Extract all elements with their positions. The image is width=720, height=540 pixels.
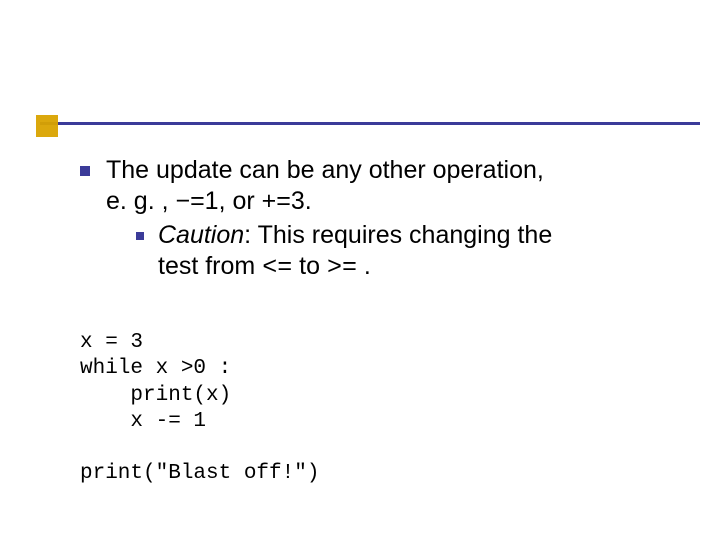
bullet-text: The update can be any other operation, e… xyxy=(106,155,544,218)
header-divider xyxy=(40,122,700,125)
code-line: x = 3 xyxy=(80,331,143,354)
slide: The update can be any other operation, e… xyxy=(0,0,720,540)
code-line: print(x) xyxy=(80,384,231,407)
op-le: <= xyxy=(262,253,292,282)
sub-bullet-text: Caution: This requires changing the test… xyxy=(158,220,552,284)
sub-line2-suffix: . xyxy=(357,252,371,280)
bullet-level1: The update can be any other operation, e… xyxy=(80,155,670,218)
code-block: x = 3 while x >0 : print(x) x -= 1 print… xyxy=(80,330,319,488)
bullet-level2: Caution: This requires changing the test… xyxy=(136,220,670,284)
header-accent-square xyxy=(36,115,58,137)
sub-line2-prefix: test from xyxy=(158,252,262,280)
code-line: while x >0 : xyxy=(80,357,231,380)
code-line: print("Blast off!") xyxy=(80,462,319,485)
caution-word: Caution xyxy=(158,221,244,249)
bullet-line2: e. g. , −=1, or +=3. xyxy=(106,187,312,215)
content-area: The update can be any other operation, e… xyxy=(80,155,670,283)
sub-line2-mid: to xyxy=(292,252,327,280)
op-ge: >= xyxy=(327,253,357,282)
square-bullet-icon xyxy=(80,166,90,176)
square-bullet-icon xyxy=(136,232,144,240)
bullet-line1: The update can be any other operation, xyxy=(106,156,544,184)
code-line: x -= 1 xyxy=(80,410,206,433)
sub-after-caution: : This requires changing the xyxy=(244,221,552,249)
